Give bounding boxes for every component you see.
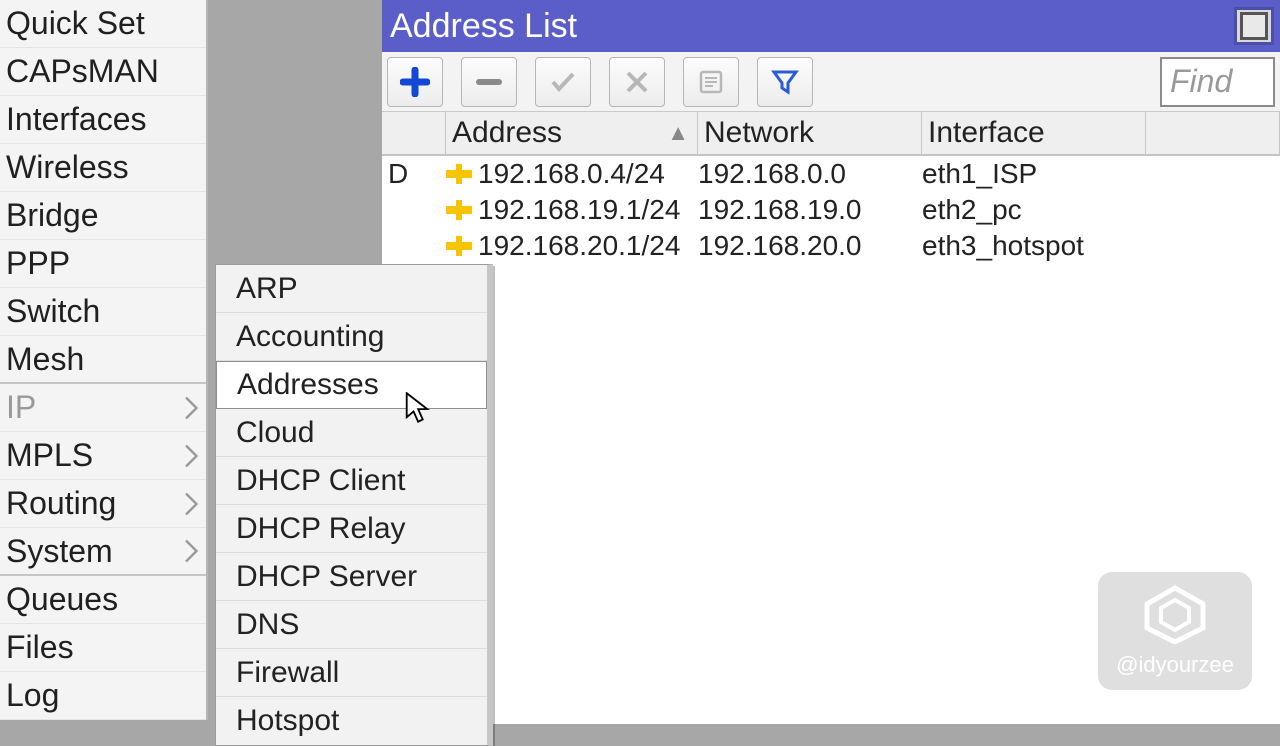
maximize-icon[interactable]: [1234, 7, 1274, 45]
col-flags[interactable]: [382, 112, 446, 154]
watermark: @idyourzee: [1098, 572, 1252, 690]
filter-button[interactable]: [757, 57, 813, 107]
col-spare[interactable]: [1146, 112, 1280, 154]
sidebar-item-capsman[interactable]: CAPsMAN: [0, 48, 206, 96]
cell-address: 192.168.20.1/24: [478, 230, 680, 262]
check-icon: [548, 67, 578, 97]
sidebar-item-ppp[interactable]: PPP: [0, 240, 206, 288]
address-icon: [446, 164, 472, 184]
sidebar-item-queues[interactable]: Queues: [0, 576, 206, 624]
titlebar[interactable]: Address List: [382, 0, 1280, 52]
submenu-item-firewall[interactable]: Firewall: [216, 649, 487, 697]
table-row[interactable]: 192.168.20.1/24 192.168.20.0 eth3_hotspo…: [382, 228, 1280, 264]
cell-address: 192.168.0.4/24: [478, 158, 665, 190]
mouse-cursor-icon: [403, 392, 431, 424]
submenu-item-arp[interactable]: ARP: [216, 265, 487, 313]
sidebar-item-log[interactable]: Log: [0, 672, 206, 720]
sidebar: Quick Set CAPsMAN Interfaces Wireless Br…: [0, 0, 208, 720]
table-header: Address▲ Network Interface: [382, 112, 1280, 156]
minus-icon: [474, 67, 504, 97]
comment-button[interactable]: [683, 57, 739, 107]
table-body: D 192.168.0.4/24 192.168.0.0 eth1_ISP 19…: [382, 156, 1280, 264]
label: Mesh: [6, 341, 84, 378]
col-interface[interactable]: Interface: [922, 112, 1146, 154]
chevron-right-icon: [184, 492, 200, 516]
sidebar-item-system[interactable]: System: [0, 528, 206, 576]
note-icon: [696, 67, 726, 97]
cell-flag: D: [382, 158, 446, 190]
logo-icon: [1141, 584, 1209, 644]
cell-address: 192.168.19.1/24: [478, 194, 680, 226]
sidebar-item-switch[interactable]: Switch: [0, 288, 206, 336]
label: Files: [6, 629, 74, 666]
label: CAPsMAN: [6, 53, 159, 90]
cell-interface: eth1_ISP: [922, 158, 1146, 190]
sidebar-item-routing[interactable]: Routing: [0, 480, 206, 528]
submenu-item-addresses[interactable]: Addresses: [216, 361, 487, 409]
cell-network: 192.168.20.0: [698, 230, 922, 262]
cell-interface: eth2_pc: [922, 194, 1146, 226]
sidebar-item-mesh[interactable]: Mesh: [0, 336, 206, 384]
address-icon: [446, 200, 472, 220]
submenu-item-cloud[interactable]: Cloud: [216, 409, 487, 457]
chevron-right-icon: [184, 396, 200, 420]
enable-button[interactable]: [535, 57, 591, 107]
label: Wireless: [6, 149, 129, 186]
sidebar-item-ip[interactable]: IP: [0, 384, 206, 432]
disable-button[interactable]: [609, 57, 665, 107]
sidebar-item-bridge[interactable]: Bridge: [0, 192, 206, 240]
add-button[interactable]: [387, 57, 443, 107]
submenu-item-hotspot[interactable]: Hotspot: [216, 697, 487, 745]
label: Switch: [6, 293, 100, 330]
sidebar-item-quick-set[interactable]: Quick Set: [0, 0, 206, 48]
label: MPLS: [6, 437, 93, 474]
window-title: Address List: [390, 7, 577, 46]
label: Queues: [6, 581, 118, 618]
submenu-item-dhcp-server[interactable]: DHCP Server: [216, 553, 487, 601]
label: Routing: [6, 485, 116, 522]
remove-button[interactable]: [461, 57, 517, 107]
label: PPP: [6, 245, 70, 282]
label: Quick Set: [6, 5, 145, 42]
label: System: [6, 533, 113, 570]
submenu-item-dns[interactable]: DNS: [216, 601, 487, 649]
label: Log: [6, 677, 59, 714]
cell-network: 192.168.19.0: [698, 194, 922, 226]
submenu-item-accounting[interactable]: Accounting: [216, 313, 487, 361]
sidebar-item-mpls[interactable]: MPLS: [0, 432, 206, 480]
x-icon: [622, 67, 652, 97]
ip-submenu: ARP Accounting Addresses Cloud DHCP Clie…: [215, 264, 493, 746]
sidebar-item-wireless[interactable]: Wireless: [0, 144, 206, 192]
find-placeholder: Find: [1170, 63, 1232, 100]
chevron-right-icon: [184, 444, 200, 468]
col-address[interactable]: Address▲: [446, 112, 698, 154]
label: Interfaces: [6, 101, 147, 138]
sidebar-item-interfaces[interactable]: Interfaces: [0, 96, 206, 144]
toolbar: Find: [382, 52, 1280, 112]
label: IP: [6, 389, 36, 426]
sidebar-item-files[interactable]: Files: [0, 624, 206, 672]
address-icon: [446, 236, 472, 256]
submenu-item-dhcp-client[interactable]: DHCP Client: [216, 457, 487, 505]
sort-asc-icon: ▲: [667, 120, 697, 146]
submenu-item-dhcp-relay[interactable]: DHCP Relay: [216, 505, 487, 553]
find-input[interactable]: Find: [1160, 57, 1275, 107]
cell-interface: eth3_hotspot: [922, 230, 1146, 262]
funnel-icon: [770, 67, 800, 97]
col-network[interactable]: Network: [698, 112, 922, 154]
table-row[interactable]: 192.168.19.1/24 192.168.19.0 eth2_pc: [382, 192, 1280, 228]
watermark-text: @idyourzee: [1116, 652, 1234, 678]
chevron-right-icon: [184, 539, 200, 563]
label: Bridge: [6, 197, 99, 234]
plus-icon: [400, 67, 430, 97]
table-row[interactable]: D 192.168.0.4/24 192.168.0.0 eth1_ISP: [382, 156, 1280, 192]
cell-network: 192.168.0.0: [698, 158, 922, 190]
